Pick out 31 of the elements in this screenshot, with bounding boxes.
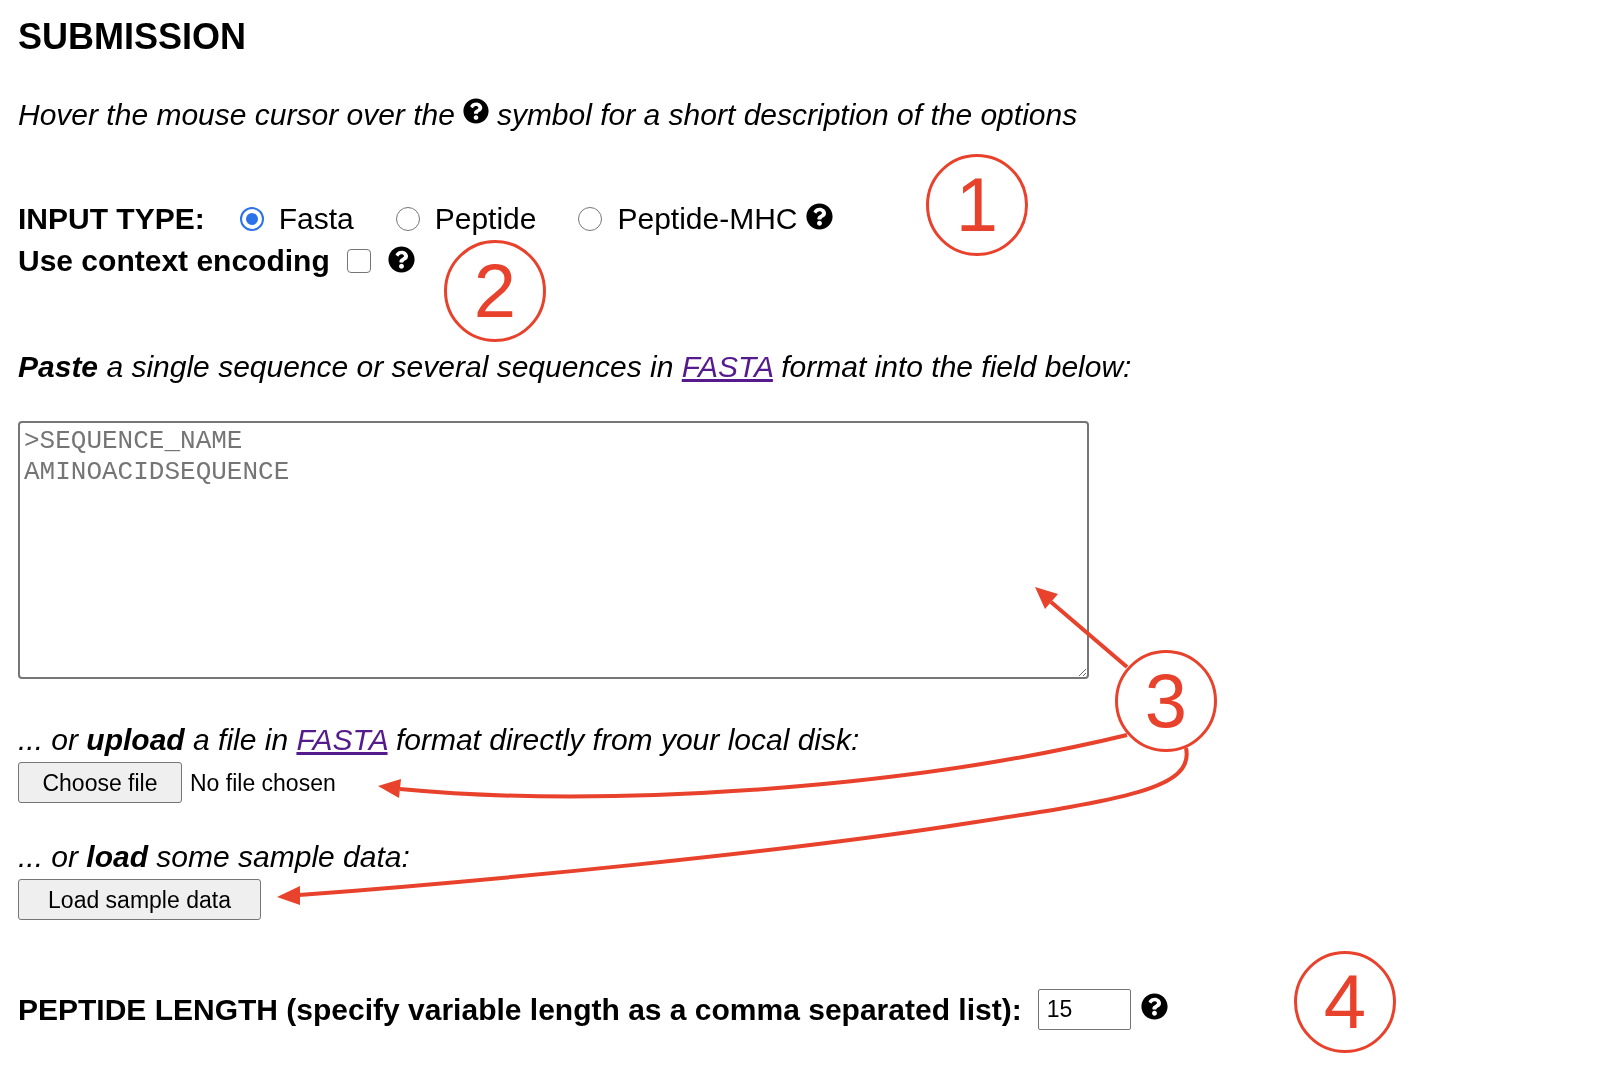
step-number-marker: 2 xyxy=(444,240,546,342)
radio-label[interactable]: Peptide-MHC xyxy=(617,201,798,237)
text-link[interactable]: FASTA xyxy=(296,723,388,756)
peptide-length-field[interactable]: 15 xyxy=(1037,989,1131,1030)
step-number-marker: 4 xyxy=(1294,951,1396,1053)
radio-button[interactable] xyxy=(578,207,603,231)
hint-text: Hover the mouse cursor over the xyxy=(18,97,455,133)
help-icon xyxy=(1140,993,1168,1020)
radio-button[interactable] xyxy=(239,207,264,231)
help-icon xyxy=(387,245,415,273)
step-number-marker: 3 xyxy=(1115,650,1217,752)
radio-button[interactable] xyxy=(395,207,420,231)
load-sample-data-button[interactable]: Load sample data xyxy=(18,879,261,920)
upload-instructions: ... or upload a file in FASTA format directly from your local disk: xyxy=(18,722,860,758)
radio-label[interactable]: Fasta xyxy=(278,201,354,237)
peptide-length-label: PEPTIDE LENGTH (specify variable length as a comma separated list): xyxy=(18,991,1022,1028)
text-link[interactable]: FASTA xyxy=(681,350,773,383)
help-icon xyxy=(462,98,489,124)
input-type-label: INPUT TYPE: xyxy=(18,201,205,237)
step-number-marker: 1 xyxy=(926,154,1028,256)
checkbox[interactable] xyxy=(346,249,371,273)
section-heading: SUBMISSION xyxy=(18,15,247,58)
radio-label[interactable]: Peptide xyxy=(434,201,537,237)
hint-text: symbol for a short description of the options xyxy=(496,97,1078,133)
choose-file-button[interactable]: Choose file xyxy=(18,762,182,803)
sequence-input-field[interactable]: >SEQUENCE_NAME AMINOACIDSEQUENCE xyxy=(18,421,1089,679)
sample-data-instructions: ... or load some sample data: xyxy=(18,839,410,875)
help-icon xyxy=(805,202,833,230)
paste-instructions: Paste a single sequence or several sequences in FASTA format into the field below: xyxy=(18,349,1132,385)
checkbox-label: Use context encoding xyxy=(18,243,330,279)
file-status-text: No file chosen xyxy=(190,768,336,797)
